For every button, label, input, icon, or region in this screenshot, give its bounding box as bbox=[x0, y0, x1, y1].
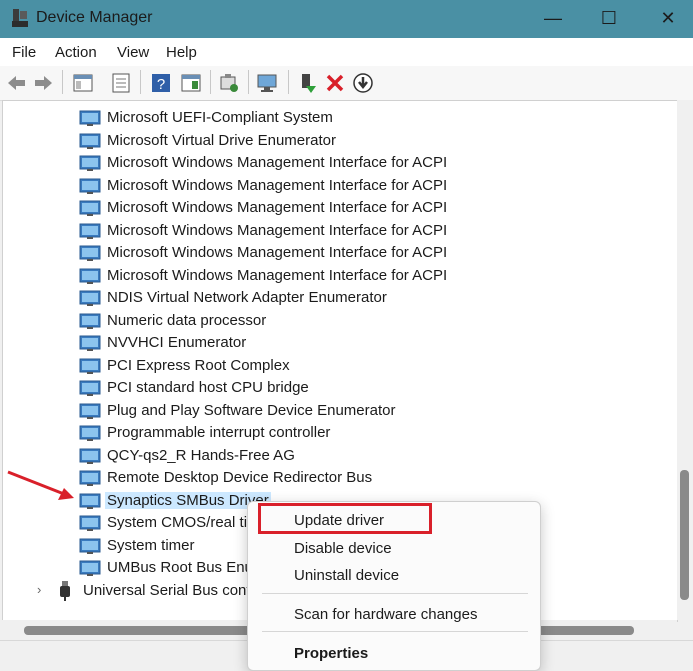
device-label: Microsoft Virtual Drive Enumerator bbox=[107, 131, 336, 149]
window-title: Device Manager bbox=[36, 9, 153, 26]
device-row[interactable]: Microsoft Windows Management Interface f… bbox=[3, 197, 673, 219]
device-label: Microsoft Windows Management Interface f… bbox=[107, 154, 448, 171]
system-device-icon bbox=[79, 313, 101, 329]
uninstall-icon[interactable] bbox=[324, 72, 346, 94]
menu-action[interactable]: Action bbox=[55, 44, 97, 61]
device-label: Synaptics SMBus Driver bbox=[105, 491, 271, 509]
menu-separator bbox=[262, 593, 528, 594]
toolbar-separator bbox=[140, 70, 141, 94]
system-device-icon bbox=[79, 268, 101, 284]
device-label: Microsoft UEFI-Compliant System bbox=[107, 109, 333, 126]
action-pane-icon[interactable] bbox=[180, 72, 202, 94]
system-device-icon bbox=[79, 538, 101, 554]
device-label: NVVHCI Enumerator bbox=[107, 334, 247, 351]
device-row[interactable]: Microsoft Windows Management Interface f… bbox=[3, 265, 673, 287]
update-driver-icon[interactable] bbox=[218, 72, 240, 94]
enable-device-icon[interactable] bbox=[296, 72, 318, 94]
system-device-icon bbox=[79, 200, 101, 216]
system-device-icon bbox=[79, 178, 101, 194]
device-row[interactable]: Microsoft Virtual Drive Enumerator bbox=[3, 130, 673, 152]
system-device-icon bbox=[79, 155, 101, 171]
device-label: Microsoft Windows Management Interface f… bbox=[107, 221, 448, 239]
scan-hardware-icon[interactable] bbox=[256, 72, 278, 94]
device-row[interactable]: Microsoft Windows Management Interface f… bbox=[3, 152, 673, 174]
device-row[interactable]: Microsoft Windows Management Interface f… bbox=[3, 175, 673, 197]
device-row[interactable]: Microsoft UEFI-Compliant System bbox=[3, 107, 673, 129]
category-label: Universal Serial Bus contro bbox=[83, 581, 264, 599]
device-row[interactable]: QCY-qs2_R Hands-Free AG bbox=[3, 445, 673, 467]
device-row[interactable]: Microsoft Windows Management Interface f… bbox=[3, 220, 673, 242]
back-icon[interactable] bbox=[6, 72, 28, 94]
device-label: UMBus Root Bus Enur bbox=[107, 559, 258, 576]
device-row[interactable]: PCI Express Root Complex bbox=[3, 355, 673, 377]
scan-hardware-menu-item[interactable]: Scan for hardware changes bbox=[294, 606, 477, 623]
minimize-button[interactable]: — bbox=[540, 6, 566, 30]
device-label: System timer bbox=[107, 536, 195, 554]
device-row[interactable]: Remote Desktop Device Redirector Bus bbox=[3, 467, 673, 489]
menu-separator bbox=[262, 631, 528, 632]
device-label: Numeric data processor bbox=[107, 311, 267, 329]
svg-text:?: ? bbox=[157, 76, 165, 93]
usb-icon bbox=[59, 580, 71, 601]
menu-bar bbox=[0, 38, 693, 66]
disable-device-menu-item[interactable]: Disable device bbox=[294, 540, 392, 557]
device-label: Plug and Play Software Device Enumerator bbox=[107, 401, 396, 419]
menu-view[interactable]: View bbox=[117, 44, 149, 61]
system-device-icon bbox=[79, 133, 101, 149]
annotation-arrow-icon bbox=[7, 470, 74, 500]
menu-help[interactable]: Help bbox=[166, 44, 197, 61]
expand-chevron-icon[interactable]: › bbox=[37, 582, 41, 597]
system-device-icon bbox=[79, 223, 101, 239]
properties-menu-item[interactable]: Properties bbox=[294, 645, 368, 662]
toolbar bbox=[0, 66, 693, 101]
device-label: NDIS Virtual Network Adapter Enumerator bbox=[107, 289, 387, 306]
device-label: PCI Express Root Complex bbox=[107, 356, 290, 374]
annotation-highlight-box bbox=[258, 503, 432, 534]
device-label: System CMOS/real tim bbox=[107, 514, 260, 531]
device-row[interactable]: NDIS Virtual Network Adapter Enumerator bbox=[3, 287, 673, 309]
system-device-icon bbox=[79, 515, 101, 531]
system-device-icon bbox=[79, 560, 101, 576]
system-device-icon bbox=[79, 358, 101, 374]
help-icon[interactable]: ? bbox=[150, 72, 172, 94]
device-label: Microsoft Windows Management Interface f… bbox=[107, 199, 448, 216]
system-device-icon bbox=[79, 245, 101, 261]
download-icon[interactable] bbox=[352, 72, 374, 94]
system-device-icon bbox=[79, 290, 101, 306]
device-row[interactable]: Programmable interrupt controller bbox=[3, 422, 673, 444]
system-device-icon bbox=[79, 403, 101, 419]
system-device-icon bbox=[79, 380, 101, 396]
device-label: PCI standard host CPU bridge bbox=[107, 379, 309, 396]
close-button[interactable]: ✕ bbox=[655, 6, 681, 30]
device-row[interactable]: Numeric data processor bbox=[3, 310, 673, 332]
maximize-button[interactable]: ☐ bbox=[596, 6, 622, 30]
system-device-icon bbox=[79, 425, 101, 441]
device-label: QCY-qs2_R Hands-Free AG bbox=[107, 446, 295, 464]
vertical-scroll-thumb[interactable] bbox=[680, 470, 689, 600]
device-manager-icon bbox=[12, 9, 28, 27]
menu-file[interactable]: File bbox=[12, 44, 36, 61]
device-label: Microsoft Windows Management Interface f… bbox=[107, 244, 448, 261]
device-row[interactable]: NVVHCI Enumerator bbox=[3, 332, 673, 354]
toolbar-separator bbox=[62, 70, 63, 94]
system-device-icon bbox=[79, 335, 101, 351]
device-label: Microsoft Windows Management Interface f… bbox=[107, 176, 448, 194]
device-row[interactable]: PCI standard host CPU bridge bbox=[3, 377, 673, 399]
device-row[interactable]: Plug and Play Software Device Enumerator bbox=[3, 400, 673, 422]
device-label: Microsoft Windows Management Interface f… bbox=[107, 266, 448, 284]
device-row[interactable]: Microsoft Windows Management Interface f… bbox=[3, 242, 673, 264]
system-device-icon bbox=[79, 110, 101, 126]
toolbar-separator bbox=[248, 70, 249, 94]
toolbar-separator bbox=[288, 70, 289, 94]
device-label: Remote Desktop Device Redirector Bus bbox=[107, 469, 373, 486]
properties-icon[interactable] bbox=[110, 72, 132, 94]
forward-icon[interactable] bbox=[32, 72, 54, 94]
device-label: Programmable interrupt controller bbox=[107, 424, 331, 441]
toolbar-separator bbox=[210, 70, 211, 94]
show-hide-tree-icon[interactable] bbox=[72, 72, 94, 94]
uninstall-device-menu-item[interactable]: Uninstall device bbox=[294, 567, 399, 584]
